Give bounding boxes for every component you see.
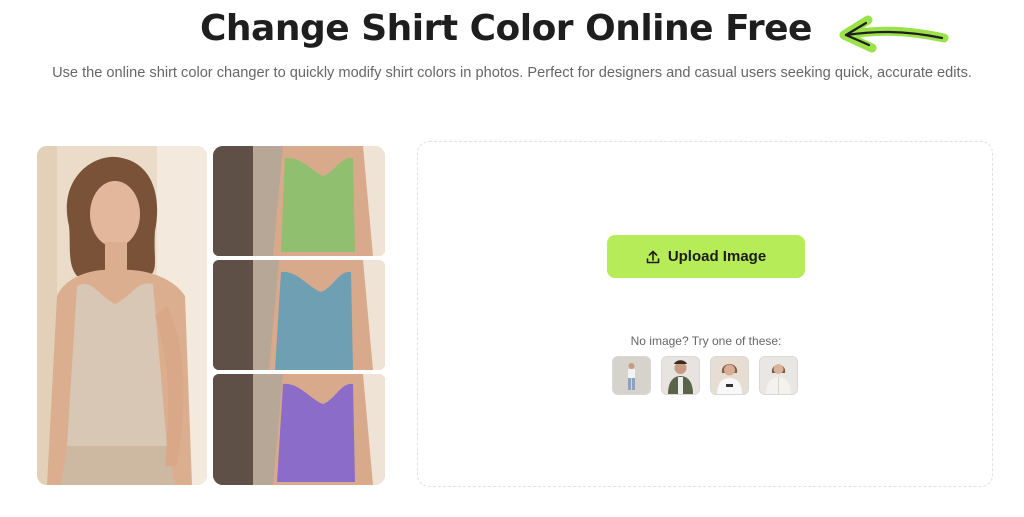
sample-image-1[interactable] [612,356,651,395]
purple-variant-photo [213,374,385,485]
sample-images [612,356,798,396]
main-example-photo [37,146,207,485]
page: Change Shirt Color Online Free Use the o… [0,0,1024,517]
sample-image-3[interactable] [710,356,749,395]
green-variant-photo [213,146,385,256]
sample-image-4[interactable] [759,356,798,395]
upload-dropzone[interactable]: Upload Image No image? Try one of these: [417,141,993,487]
example-collage [37,146,385,486]
upload-button-label: Upload Image [667,248,767,265]
sample-image-2[interactable] [661,356,700,395]
upload-icon [646,250,660,263]
page-title: Change Shirt Color Online Free [200,8,812,49]
upload-image-button[interactable]: Upload Image [607,235,805,278]
sample-hint: No image? Try one of these: [630,334,782,348]
header: Change Shirt Color Online Free [0,4,1024,56]
page-subtitle: Use the online shirt color changer to qu… [52,65,972,81]
blue-variant-photo [213,260,385,370]
arrow-left-icon [839,15,949,53]
